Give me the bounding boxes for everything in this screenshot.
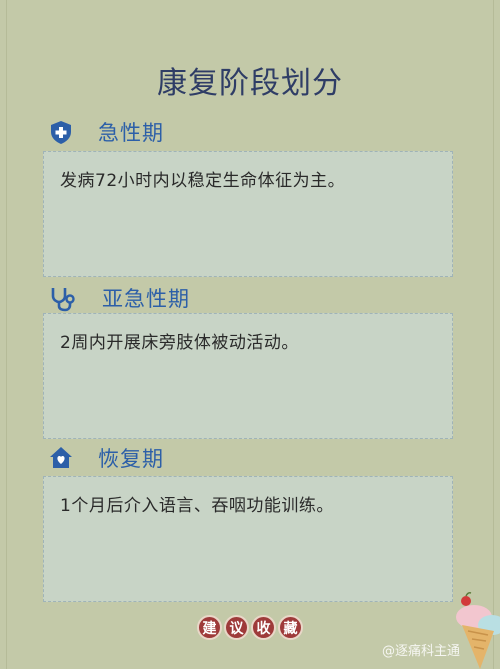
section-text-recovery: 1个月后介入语言、吞咽功能训练。	[60, 496, 334, 516]
section-header-subacute: 亚急性期	[48, 284, 190, 312]
badge-char: 收	[251, 615, 276, 640]
ice-cream-decoration-icon	[456, 592, 500, 669]
section-header-acute: 急性期	[48, 118, 164, 146]
section-header-recovery: 恢复期	[48, 444, 164, 472]
save-suggestion-badges: 建 议 收 藏	[0, 615, 500, 640]
badge-char: 藏	[278, 615, 303, 640]
section-label-subacute: 亚急性期	[102, 287, 190, 311]
section-label-acute: 急性期	[98, 121, 164, 145]
section-text-acute: 发病72小时内以稳定生命体征为主。	[60, 171, 346, 191]
section-text-subacute: 2周内开展床旁肢体被动活动。	[60, 333, 299, 353]
section-card-subacute: 2周内开展床旁肢体被动活动。	[43, 313, 453, 439]
home-heart-icon	[48, 445, 74, 471]
shield-plus-icon	[48, 119, 74, 145]
section-label-recovery: 恢复期	[98, 447, 164, 471]
stethoscope-icon	[48, 285, 75, 312]
page-title: 康复阶段划分	[157, 66, 343, 101]
section-card-acute: 发病72小时内以稳定生命体征为主。	[43, 151, 453, 277]
watermark: @逐痛科主通	[381, 644, 460, 659]
badge-char: 议	[224, 615, 249, 640]
badge-char: 建	[197, 615, 222, 640]
section-card-recovery: 1个月后介入语言、吞咽功能训练。	[43, 476, 453, 602]
